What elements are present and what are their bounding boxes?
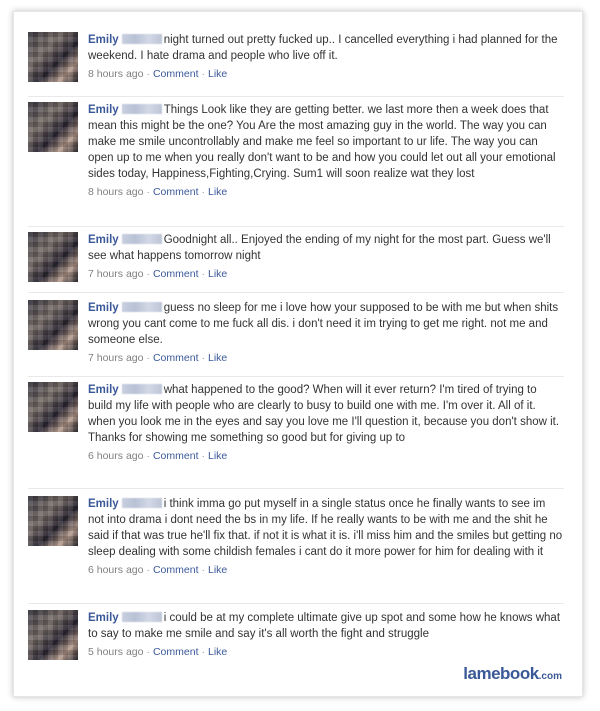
post-meta: 7 hours ago · Comment · Like bbox=[88, 267, 564, 281]
post-content: Emily Things Look like they are getting b… bbox=[88, 102, 564, 199]
separator-dot: · bbox=[201, 352, 205, 364]
avatar[interactable] bbox=[28, 32, 78, 82]
avatar[interactable] bbox=[28, 496, 78, 546]
post-text-block: Emily i think imma go put myself in a sin… bbox=[88, 496, 564, 560]
timestamp[interactable]: 7 hours ago bbox=[88, 268, 143, 280]
like-link[interactable]: Like bbox=[208, 450, 227, 462]
separator-dot: · bbox=[201, 68, 205, 80]
like-link[interactable]: Like bbox=[208, 268, 227, 280]
post-content: Emily Goodnight all.. Enjoyed the ending … bbox=[88, 232, 564, 281]
author-name[interactable]: Emily bbox=[88, 104, 119, 116]
separator-dot: · bbox=[146, 352, 150, 364]
comment-link[interactable]: Comment bbox=[153, 646, 199, 658]
brand-name: lamebook bbox=[463, 664, 539, 683]
blurred-surname bbox=[121, 612, 162, 622]
comment-link[interactable]: Comment bbox=[153, 268, 199, 280]
separator-dot: · bbox=[201, 646, 205, 658]
post-content: Emily what happened to the good? When wil… bbox=[88, 382, 564, 463]
post-divider bbox=[28, 488, 564, 489]
status-text: Things Look like they are getting better… bbox=[88, 104, 556, 180]
post-text-block: Emily night turned out pretty fucked up..… bbox=[88, 32, 564, 64]
timestamp[interactable]: 7 hours ago bbox=[88, 352, 143, 364]
timestamp[interactable]: 6 hours ago bbox=[88, 450, 143, 462]
post-content: Emily i could be at my complete ultimate … bbox=[88, 610, 564, 659]
post-divider bbox=[28, 376, 564, 377]
avatar[interactable] bbox=[28, 232, 78, 282]
post-content: Emily i think imma go put myself in a sin… bbox=[88, 496, 564, 577]
post-divider bbox=[28, 292, 564, 293]
blurred-surname bbox=[121, 384, 162, 394]
blurred-surname bbox=[121, 498, 162, 508]
separator-dot: · bbox=[201, 450, 205, 462]
status-feed-card: Emily night turned out pretty fucked up..… bbox=[13, 11, 583, 697]
brand-suffix: .com bbox=[538, 671, 562, 682]
post-text-block: Emily what happened to the good? When wil… bbox=[88, 382, 564, 446]
comment-link[interactable]: Comment bbox=[153, 68, 199, 80]
comment-link[interactable]: Comment bbox=[153, 564, 199, 576]
post-meta: 6 hours ago · Comment · Like bbox=[88, 563, 564, 577]
post-divider bbox=[28, 226, 564, 227]
author-name[interactable]: Emily bbox=[88, 234, 119, 246]
separator-dot: · bbox=[201, 564, 205, 576]
separator-dot: · bbox=[146, 564, 150, 576]
author-name[interactable]: Emily bbox=[88, 612, 119, 624]
comment-link[interactable]: Comment bbox=[153, 450, 199, 462]
separator-dot: · bbox=[201, 268, 205, 280]
avatar[interactable] bbox=[28, 300, 78, 350]
author-name[interactable]: Emily bbox=[88, 34, 119, 46]
like-link[interactable]: Like bbox=[208, 564, 227, 576]
author-name[interactable]: Emily bbox=[88, 384, 119, 396]
separator-dot: · bbox=[146, 646, 150, 658]
post-content: Emily guess no sleep for me i love how yo… bbox=[88, 300, 564, 365]
timestamp[interactable]: 8 hours ago bbox=[88, 68, 143, 80]
like-link[interactable]: Like bbox=[208, 68, 227, 80]
post-divider bbox=[28, 96, 564, 97]
avatar[interactable] bbox=[28, 382, 78, 432]
post-divider bbox=[28, 603, 564, 604]
post-meta: 8 hours ago · Comment · Like bbox=[88, 185, 564, 199]
separator-dot: · bbox=[146, 68, 150, 80]
post-text-block: Emily Things Look like they are getting b… bbox=[88, 102, 564, 182]
avatar[interactable] bbox=[28, 102, 78, 152]
post-text-block: Emily Goodnight all.. Enjoyed the ending … bbox=[88, 232, 564, 264]
separator-dot: · bbox=[146, 186, 150, 198]
blurred-surname bbox=[121, 34, 162, 44]
lamebook-logo: lamebook.com bbox=[463, 664, 562, 684]
post-meta: 8 hours ago · Comment · Like bbox=[88, 67, 564, 81]
avatar[interactable] bbox=[28, 610, 78, 660]
separator-dot: · bbox=[146, 268, 150, 280]
blurred-surname bbox=[121, 302, 162, 312]
blurred-surname bbox=[121, 234, 162, 244]
like-link[interactable]: Like bbox=[208, 646, 227, 658]
author-name[interactable]: Emily bbox=[88, 302, 119, 314]
timestamp[interactable]: 5 hours ago bbox=[88, 646, 143, 658]
post-meta: 7 hours ago · Comment · Like bbox=[88, 351, 564, 365]
blurred-surname bbox=[121, 104, 162, 114]
like-link[interactable]: Like bbox=[208, 186, 227, 198]
timestamp[interactable]: 8 hours ago bbox=[88, 186, 143, 198]
post-text-block: Emily i could be at my complete ultimate … bbox=[88, 610, 564, 642]
post-content: Emily night turned out pretty fucked up..… bbox=[88, 32, 564, 81]
post-meta: 5 hours ago · Comment · Like bbox=[88, 645, 564, 659]
comment-link[interactable]: Comment bbox=[153, 352, 199, 364]
post-meta: 6 hours ago · Comment · Like bbox=[88, 449, 564, 463]
separator-dot: · bbox=[201, 186, 205, 198]
separator-dot: · bbox=[146, 450, 150, 462]
comment-link[interactable]: Comment bbox=[153, 186, 199, 198]
like-link[interactable]: Like bbox=[208, 352, 227, 364]
author-name[interactable]: Emily bbox=[88, 498, 119, 510]
timestamp[interactable]: 6 hours ago bbox=[88, 564, 143, 576]
post-text-block: Emily guess no sleep for me i love how yo… bbox=[88, 300, 564, 348]
